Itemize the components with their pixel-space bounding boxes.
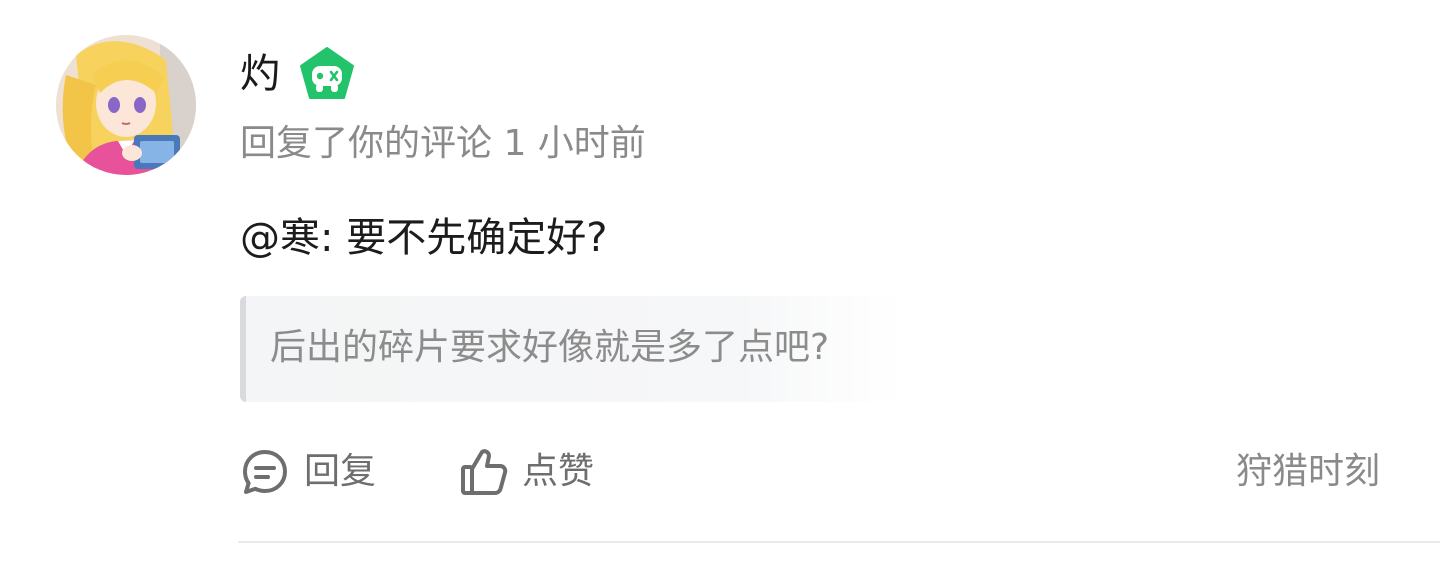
source-tag[interactable]: 狩猎时刻 [1236,448,1380,496]
reply-text: @寒: 要不先确定好? [240,215,608,261]
quoted-comment-text: 后出的碎片要求好像就是多了点吧? [270,327,830,368]
user-name-row: 灼 [240,46,356,102]
quoted-comment[interactable]: 后出的碎片要求好像就是多了点吧? [240,296,902,402]
bottom-divider [238,541,1440,543]
anime-avatar-image [56,35,196,175]
thumbs-up-icon [460,447,508,497]
user-avatar[interactable] [56,35,196,175]
reply-label: 回复 [304,451,377,492]
notification-card[interactable]: 灼 回复了你的评论 1 小时前 @寒: 要不先确定好? 后出的碎片要求好像就是多… [0,0,1440,565]
action-bar: 回复 点赞 [240,442,1400,502]
username[interactable]: 灼 [240,46,280,102]
gamepad-badge-icon [298,46,356,102]
like-label: 点赞 [522,451,595,492]
comment-icon [240,447,290,497]
reply-button[interactable]: 回复 [240,442,376,502]
notification-meta: 回复了你的评论 1 小时前 [240,123,646,164]
like-button[interactable]: 点赞 [460,442,594,502]
